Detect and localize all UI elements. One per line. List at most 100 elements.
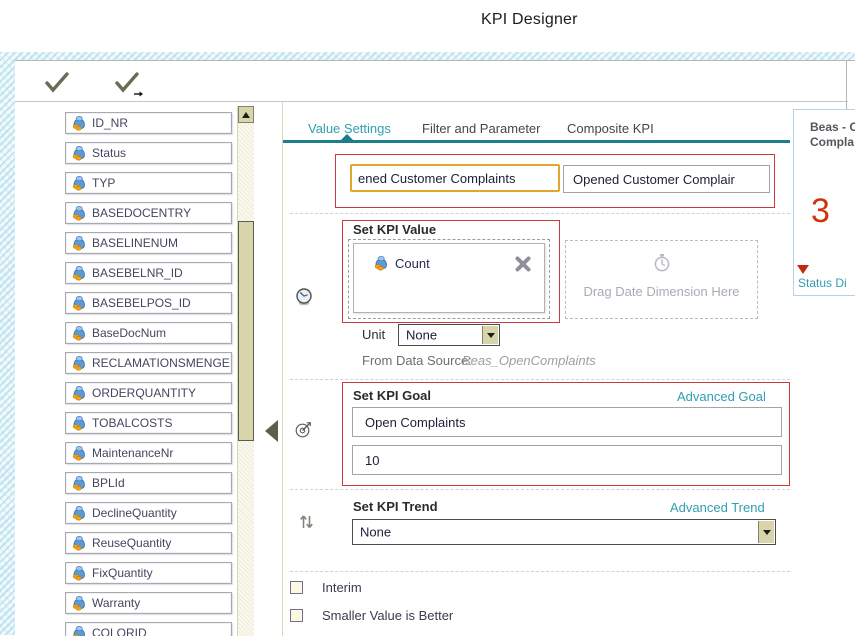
confirm-next-check-icon[interactable] xyxy=(113,71,147,97)
measure-icon xyxy=(71,325,87,341)
field-item[interactable]: ReuseQuantity xyxy=(65,532,232,554)
date-drop-hint: Drag Date Dimension Here xyxy=(566,284,757,299)
datasource-label: From Data Source: xyxy=(362,353,472,368)
field-item-label: ID_NR xyxy=(92,116,128,130)
scroll-up-button[interactable] xyxy=(238,106,254,123)
kpi-designer-window: ID_NR Status xyxy=(15,60,855,636)
kpi-display-name-input[interactable] xyxy=(563,165,770,193)
datasource-value: Beas_OpenComplaints xyxy=(462,353,596,368)
unit-select-dropdown-button[interactable] xyxy=(482,326,498,344)
preview-card-title-line1: Beas - O xyxy=(810,120,855,135)
window-right-border xyxy=(846,61,847,111)
smaller-value-checkbox[interactable] xyxy=(290,609,303,622)
interim-checkbox[interactable] xyxy=(290,581,303,594)
tab-composite-kpi[interactable]: Composite KPI xyxy=(567,121,654,136)
field-item-label: DeclineQuantity xyxy=(92,506,177,520)
stopwatch-icon xyxy=(566,253,757,278)
scroll-up-arrow-icon xyxy=(242,112,250,118)
field-item[interactable]: BASEBELPOS_ID xyxy=(65,292,232,314)
smaller-value-checkbox-label: Smaller Value is Better xyxy=(322,608,453,623)
field-item[interactable]: COLORID xyxy=(65,622,232,636)
section-separator xyxy=(290,571,790,572)
field-item[interactable]: Status xyxy=(65,142,232,164)
tab-underline xyxy=(283,140,790,143)
preview-card-title-line2: Compla xyxy=(810,135,855,150)
field-item-label: Warranty xyxy=(92,596,140,610)
measure-icon xyxy=(71,475,87,491)
measure-icon xyxy=(71,385,87,401)
tab-filter-and-parameter[interactable]: Filter and Parameter xyxy=(422,121,541,136)
field-item[interactable]: MaintenanceNr xyxy=(65,442,232,464)
field-list: ID_NR Status xyxy=(65,112,245,636)
field-item[interactable]: BASEDOCENTRY xyxy=(65,202,232,224)
measure-icon xyxy=(71,115,87,131)
kpi-value-clock-icon xyxy=(294,287,314,307)
remove-measure-icon[interactable] xyxy=(513,254,533,274)
field-item-label: BASEBELNR_ID xyxy=(92,266,183,280)
field-item[interactable]: BPLId xyxy=(65,472,232,494)
field-item[interactable]: DeclineQuantity xyxy=(65,502,232,524)
unit-select-value: None xyxy=(406,328,437,343)
date-dimension-drop-zone[interactable]: Drag Date Dimension Here xyxy=(565,240,758,319)
measure-icon xyxy=(71,355,87,371)
kpi-designer-screen: { "window": { "title": "KPI Designer" },… xyxy=(0,0,855,635)
measure-icon xyxy=(71,565,87,581)
preview-kpi-value: 3 xyxy=(811,192,830,231)
kpi-trend-arrows-icon xyxy=(298,511,316,531)
field-item[interactable]: TOBALCOSTS xyxy=(65,412,232,434)
section-separator xyxy=(290,213,790,214)
field-item-label: BaseDocNum xyxy=(92,326,166,340)
field-item-label: BPLId xyxy=(92,476,125,490)
field-item[interactable]: BASEBELNR_ID xyxy=(65,262,232,284)
measure-icon xyxy=(373,255,389,271)
field-item-label: FixQuantity xyxy=(92,566,153,580)
kpi-name-input[interactable] xyxy=(350,164,560,192)
collapse-sidebar-arrow[interactable] xyxy=(265,420,278,442)
measure-chip-count[interactable]: Count xyxy=(367,255,430,271)
field-item[interactable]: ORDERQUANTITY xyxy=(65,382,232,404)
measure-icon xyxy=(71,265,87,281)
preview-card-title: Beas - O Compla xyxy=(810,120,855,150)
section-separator xyxy=(290,379,790,380)
chevron-down-icon xyxy=(763,530,771,535)
field-item-label: BASEDOCENTRY xyxy=(92,206,191,220)
status-link[interactable]: Status Di xyxy=(798,276,847,290)
measure-icon xyxy=(71,595,87,611)
measure-icon xyxy=(71,445,87,461)
measure-icon xyxy=(71,175,87,191)
field-item[interactable]: RECLAMATIONSMENGE xyxy=(65,352,232,374)
unit-select[interactable]: None xyxy=(398,324,500,346)
kpi-preview-card: Beas - O Compla 3 Status Di xyxy=(793,109,855,296)
set-kpi-goal-header: Set KPI Goal xyxy=(353,388,431,403)
scrollbar-thumb[interactable] xyxy=(238,221,254,441)
goal-name-input[interactable] xyxy=(352,407,782,437)
measure-icon xyxy=(71,295,87,311)
measure-icon xyxy=(71,625,87,636)
field-item[interactable]: FixQuantity xyxy=(65,562,232,584)
field-item[interactable]: TYP xyxy=(65,172,232,194)
chevron-down-icon xyxy=(487,333,495,338)
advanced-goal-link[interactable]: Advanced Goal xyxy=(677,389,766,404)
trend-select-dropdown-button[interactable] xyxy=(758,521,774,543)
field-item[interactable]: Warranty xyxy=(65,592,232,614)
interim-checkbox-label: Interim xyxy=(322,580,362,595)
measure-icon xyxy=(71,415,87,431)
kpi-goal-target-icon xyxy=(293,418,315,440)
field-item-label: BASELINENUM xyxy=(92,236,178,250)
advanced-trend-link[interactable]: Advanced Trend xyxy=(670,500,765,515)
measure-icon xyxy=(71,205,87,221)
field-list-scrollbar[interactable] xyxy=(237,106,254,636)
measure-icon xyxy=(71,145,87,161)
trend-select[interactable]: None xyxy=(352,519,776,545)
section-separator xyxy=(290,489,790,490)
confirm-check-icon[interactable] xyxy=(43,71,77,97)
measure-chip-label: Count xyxy=(395,256,430,271)
set-kpi-trend-header: Set KPI Trend xyxy=(353,499,438,514)
field-item[interactable]: BASELINENUM xyxy=(65,232,232,254)
measure-icon xyxy=(71,505,87,521)
goal-value-input[interactable] xyxy=(352,445,782,475)
field-item[interactable]: BaseDocNum xyxy=(65,322,232,344)
page-title: KPI Designer xyxy=(481,11,578,29)
unit-label: Unit xyxy=(362,327,385,342)
field-item[interactable]: ID_NR xyxy=(65,112,232,134)
